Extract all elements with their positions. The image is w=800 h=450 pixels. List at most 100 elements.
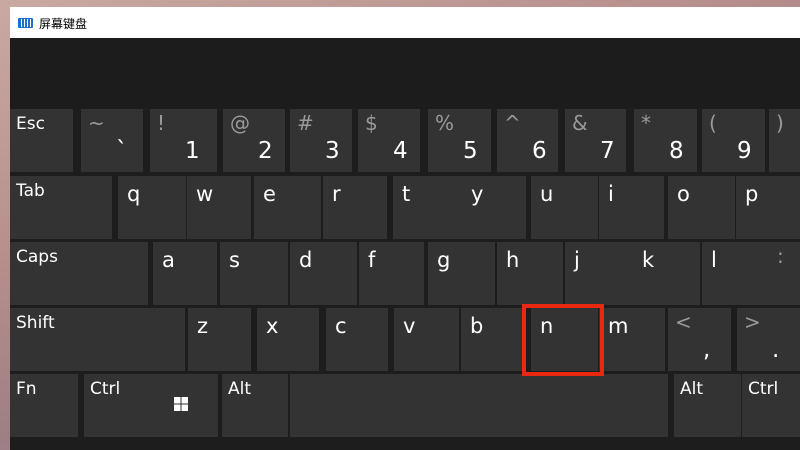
key-r[interactable]: r bbox=[323, 176, 387, 239]
key-main-glyph: 2 bbox=[258, 138, 273, 164]
key-label: Ctrl bbox=[748, 379, 779, 399]
key-5[interactable]: % 5 bbox=[428, 109, 491, 172]
key-label: y bbox=[471, 182, 484, 206]
key-main-glyph: ` bbox=[116, 138, 128, 164]
key-:[interactable]: : bbox=[770, 242, 800, 305]
windows-logo-icon bbox=[174, 397, 188, 411]
key-n[interactable]: n bbox=[531, 308, 598, 371]
key-main-glyph: 8 bbox=[669, 138, 684, 164]
key-u[interactable]: u bbox=[531, 176, 598, 239]
key-x[interactable]: x bbox=[257, 308, 319, 371]
key-label: Tab bbox=[16, 181, 45, 201]
key-2[interactable]: @2 bbox=[223, 109, 285, 172]
key-q[interactable]: q bbox=[118, 176, 186, 239]
key-space[interactable] bbox=[290, 374, 668, 437]
key-w[interactable]: w bbox=[187, 176, 251, 239]
key-shift-glyph: & bbox=[572, 111, 588, 135]
key-label: j bbox=[574, 248, 580, 272]
key-label: Caps bbox=[16, 247, 58, 267]
key-s[interactable]: s bbox=[220, 242, 288, 305]
key-label: Shift bbox=[16, 313, 55, 333]
key-label: d bbox=[299, 248, 313, 272]
key-k[interactable]: k bbox=[633, 242, 700, 305]
key-caps[interactable]: Caps bbox=[10, 242, 148, 305]
key-e[interactable]: e bbox=[254, 176, 321, 239]
key-label: a bbox=[162, 248, 175, 272]
key-9[interactable]: (9 bbox=[702, 109, 765, 172]
key-a[interactable]: a bbox=[153, 242, 217, 305]
key-label: Esc bbox=[16, 114, 45, 134]
key-main-glyph: 3 bbox=[325, 138, 340, 164]
key-alt[interactable]: Alt bbox=[674, 374, 741, 437]
key-shift-glyph: # bbox=[297, 111, 314, 135]
key-label: l bbox=[711, 248, 717, 272]
key-v[interactable]: v bbox=[394, 308, 459, 371]
key-p[interactable]: p bbox=[736, 176, 800, 239]
key-shift-glyph: @ bbox=[230, 111, 250, 135]
key-main-glyph: 5 bbox=[463, 138, 478, 164]
key-,[interactable]: <, bbox=[668, 308, 731, 371]
key-8[interactable]: * 8 bbox=[634, 109, 697, 172]
key-d[interactable]: d bbox=[290, 242, 357, 305]
key-4[interactable]: $4 bbox=[358, 109, 420, 172]
key-g[interactable]: g bbox=[428, 242, 495, 305]
key-shift-glyph: : bbox=[777, 244, 784, 268]
key-shift[interactable]: Shift bbox=[10, 308, 185, 371]
key-label: Fn bbox=[16, 379, 37, 399]
key-.[interactable]: >. bbox=[737, 308, 800, 371]
key-label: m bbox=[608, 314, 629, 338]
key-7[interactable]: & 7 bbox=[565, 109, 626, 172]
key-label: s bbox=[229, 248, 240, 272]
key-label: Ctrl bbox=[90, 379, 121, 399]
key-b[interactable]: b bbox=[461, 308, 524, 371]
key-shift-glyph: ! bbox=[157, 111, 166, 135]
key-label: c bbox=[335, 314, 347, 338]
key-shift-glyph: ( bbox=[709, 111, 717, 135]
on-screen-keyboard-window: 屏幕键盘 Esc ~ `! 1 @2 #3 $4% 5 ^ 6 & 7 * 8(9) Tab q w e r t y u i… bbox=[10, 7, 800, 450]
key-shift-glyph: $ bbox=[365, 111, 378, 135]
key-label: z bbox=[197, 314, 209, 338]
key-main-glyph: 4 bbox=[393, 138, 408, 164]
key-main-glyph: . bbox=[772, 337, 780, 363]
key-t[interactable]: t bbox=[393, 176, 462, 239]
key-c[interactable]: c bbox=[326, 308, 388, 371]
key-y[interactable]: y bbox=[462, 176, 526, 239]
key-label: i bbox=[608, 182, 614, 206]
key-shift-glyph: < bbox=[675, 310, 692, 334]
key-main-glyph: 6 bbox=[532, 138, 547, 164]
key-f[interactable]: f bbox=[359, 242, 424, 305]
key-label: u bbox=[540, 182, 554, 206]
key-fn[interactable]: Fn bbox=[10, 374, 78, 437]
key-label: o bbox=[677, 182, 690, 206]
key-label: r bbox=[332, 182, 341, 206]
key-label: p bbox=[745, 182, 759, 206]
key-i[interactable]: i bbox=[599, 176, 664, 239]
key-label: v bbox=[403, 314, 416, 338]
key-`[interactable]: ~ ` bbox=[81, 109, 143, 172]
key-label: Alt bbox=[228, 379, 252, 399]
key-esc[interactable]: Esc bbox=[10, 109, 73, 172]
key-l[interactable]: l bbox=[702, 242, 770, 305]
key-windows[interactable] bbox=[151, 374, 218, 437]
key-label: k bbox=[642, 248, 655, 272]
key-1[interactable]: ! 1 bbox=[150, 109, 217, 172]
key-z[interactable]: z bbox=[188, 308, 251, 371]
key-shift-glyph: ^ bbox=[504, 111, 521, 135]
key-main-glyph: 7 bbox=[600, 138, 615, 164]
key-ctrl[interactable]: Ctrl bbox=[742, 374, 800, 437]
keyboard: Esc ~ `! 1 @2 #3 $4% 5 ^ 6 & 7 * 8(9) Tab q w e r t y u i o p Cap… bbox=[10, 7, 800, 450]
key-shift-glyph: % bbox=[435, 111, 455, 135]
key-label: x bbox=[266, 314, 279, 338]
key-m[interactable]: m bbox=[599, 308, 665, 371]
key-h[interactable]: h bbox=[497, 242, 563, 305]
key-shift-glyph: ~ bbox=[88, 111, 105, 135]
key-)[interactable]: ) bbox=[769, 109, 800, 172]
key-3[interactable]: #3 bbox=[290, 109, 352, 172]
key-shift-glyph: * bbox=[641, 111, 651, 135]
key-o[interactable]: o bbox=[668, 176, 735, 239]
key-alt[interactable]: Alt bbox=[222, 374, 288, 437]
key-6[interactable]: ^ 6 bbox=[497, 109, 558, 172]
key-j[interactable]: j bbox=[565, 242, 633, 305]
key-main-glyph: 1 bbox=[185, 138, 200, 164]
key-tab[interactable]: Tab bbox=[10, 176, 112, 239]
